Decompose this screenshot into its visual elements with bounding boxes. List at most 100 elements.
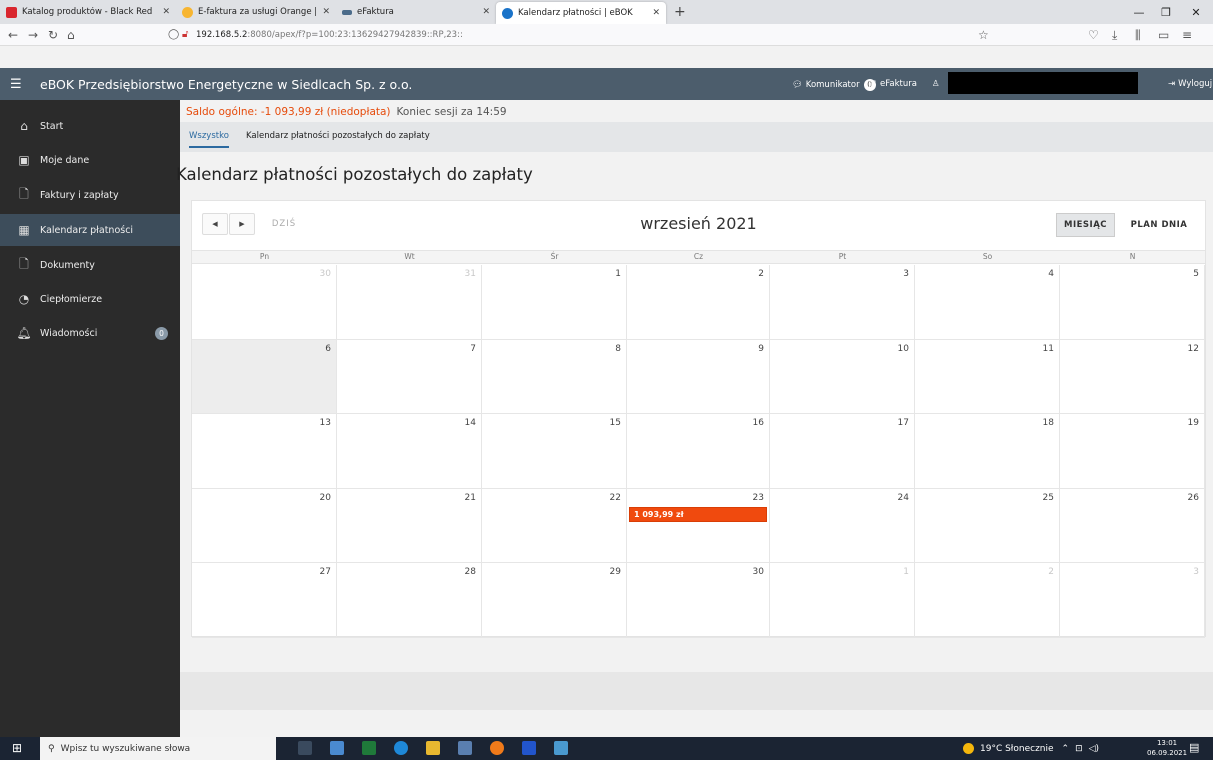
- app-icon[interactable]: [554, 741, 568, 755]
- calendar-day-cell[interactable]: 25: [915, 488, 1060, 563]
- sidebar-toggle-icon[interactable]: ▭: [1158, 27, 1169, 43]
- app-icon[interactable]: [330, 741, 344, 755]
- menu-icon[interactable]: ≡: [1182, 27, 1192, 43]
- calendar-day-cell[interactable]: 7: [337, 339, 482, 414]
- windows-start-icon[interactable]: ⊞: [12, 741, 22, 755]
- browser-tab[interactable]: Katalog produktów - Black Red ✕: [0, 0, 176, 24]
- calendar-day-cell[interactable]: 19: [1060, 414, 1205, 489]
- bookmark-star-icon[interactable]: ☆: [978, 27, 989, 43]
- network-icon[interactable]: ⊡: [1075, 744, 1083, 754]
- calendar-day-cell[interactable]: 30: [192, 265, 337, 340]
- calendar-day-cell[interactable]: 24: [770, 488, 915, 563]
- balance-text: Saldo ogólne: -1 093,99 zł (niedopłata): [186, 106, 391, 118]
- minimize-icon[interactable]: —: [1126, 0, 1152, 24]
- calendar-day-cell[interactable]: 21: [337, 488, 482, 563]
- downloads-icon[interactable]: ⤓: [1112, 27, 1117, 43]
- close-window-icon[interactable]: ✕: [1183, 0, 1209, 24]
- user-icon[interactable]: ♙: [932, 79, 940, 89]
- calendar-day-cell[interactable]: 27: [192, 563, 337, 638]
- sidebar-item-start[interactable]: ⌂ Start: [0, 110, 180, 142]
- address-bar[interactable]: 192.168.5.2:8080/apex/f?p=100:23:1362942…: [196, 27, 463, 43]
- home-browser-icon[interactable]: ⌂: [67, 27, 75, 43]
- calendar-day-cell[interactable]: 29: [482, 563, 627, 638]
- breadcrumb-all-link[interactable]: Wszystko: [189, 131, 229, 148]
- zsi-icon[interactable]: [522, 741, 536, 755]
- close-tab-icon[interactable]: ✕: [156, 7, 170, 17]
- day-number: 12: [1187, 343, 1199, 354]
- weather-widget[interactable]: 19°C Słonecznie ⌃ ⊡ ◁): [963, 743, 1099, 754]
- calendar-day-cell[interactable]: 2: [627, 265, 770, 340]
- calendar-day-cell[interactable]: 31: [337, 265, 482, 340]
- insecure-lock-icon[interactable]: 🔓︎: [182, 27, 188, 43]
- logout-link[interactable]: ⇥ Wyloguj: [1168, 79, 1212, 89]
- excel-icon[interactable]: [362, 741, 376, 755]
- month-view-button[interactable]: MIESIĄC: [1056, 213, 1115, 237]
- komunikator-label: Komunikator: [805, 80, 860, 90]
- calendar-day-cell[interactable]: 2: [915, 563, 1060, 638]
- calendar-day-cell[interactable]: 30: [627, 563, 770, 638]
- pocket-icon[interactable]: ♡: [1088, 27, 1099, 43]
- close-tab-icon[interactable]: ✕: [476, 7, 490, 17]
- forward-icon[interactable]: →: [28, 27, 38, 43]
- calendar-day-cell[interactable]: 1: [482, 265, 627, 340]
- calendar-day-cell[interactable]: 4: [915, 265, 1060, 340]
- sidebar-item-faktury[interactable]: 🗋︎ Faktury i zapłaty: [0, 179, 180, 211]
- sidebar-item-wiadomosci[interactable]: 🔔︎ Wiadomości 0: [0, 317, 180, 349]
- task-view-icon[interactable]: [298, 741, 312, 755]
- calendar-day-cell[interactable]: 13: [192, 414, 337, 489]
- sidebar-item-dokumenty[interactable]: 🗋︎ Dokumenty: [0, 249, 180, 281]
- sidebar-item-moje-dane[interactable]: ▣ Moje dane: [0, 144, 180, 176]
- calendar-day-cell[interactable]: 28: [337, 563, 482, 638]
- calendar-day-cell[interactable]: 10: [770, 339, 915, 414]
- calendar-day-cell[interactable]: 11: [915, 339, 1060, 414]
- calendar-day-cell[interactable]: 18: [915, 414, 1060, 489]
- calendar-day-cell[interactable]: 23 1 093,99 zł: [627, 488, 770, 563]
- calendar-day-cell[interactable]: 1: [770, 563, 915, 638]
- komunikator-link[interactable]: 💬︎ Komunikator 0: [792, 79, 876, 91]
- footer-band: [180, 672, 1213, 710]
- browser-tab[interactable]: eFaktura ✕: [336, 0, 496, 24]
- calendar-day-cell[interactable]: 22: [482, 488, 627, 563]
- calendar-day-cell[interactable]: 8: [482, 339, 627, 414]
- calendar-day-cell[interactable]: 9: [627, 339, 770, 414]
- efaktura-link[interactable]: ▤ eFaktura: [868, 79, 917, 89]
- back-icon[interactable]: ←: [8, 27, 18, 43]
- calendar-day-cell[interactable]: 16: [627, 414, 770, 489]
- firefox-icon[interactable]: [490, 741, 504, 755]
- calendar-day-cell[interactable]: 14: [337, 414, 482, 489]
- calendar-day-cell[interactable]: 3: [770, 265, 915, 340]
- day-plan-button[interactable]: PLAN DNIA: [1120, 213, 1198, 237]
- calendar-day-cell[interactable]: 15: [482, 414, 627, 489]
- url-path: :8080/apex/f?p=100:23:13629427942839::RP…: [247, 30, 463, 40]
- volume-icon[interactable]: ◁): [1089, 744, 1099, 754]
- favicon-icon: [6, 6, 17, 18]
- library-icon[interactable]: ⫼: [1135, 27, 1141, 43]
- calendar-day-cell[interactable]: 3: [1060, 563, 1205, 638]
- calendar-day-cell[interactable]: 26: [1060, 488, 1205, 563]
- calendar-day-cell[interactable]: 6: [192, 339, 337, 414]
- notifications-icon[interactable]: ▤: [1189, 741, 1199, 754]
- calendar-icon: ▦: [18, 223, 30, 237]
- hamburger-menu-icon[interactable]: ☰: [10, 77, 22, 92]
- new-tab-button[interactable]: +: [666, 0, 694, 24]
- file-explorer-icon[interactable]: [426, 741, 440, 755]
- sidebar-item-cieplomierze[interactable]: ◔ Ciepłomierze: [0, 283, 180, 315]
- system-clock[interactable]: 13:01 06.09.2021: [1147, 738, 1187, 758]
- shield-icon[interactable]: ◯: [168, 27, 179, 43]
- edge-icon[interactable]: [394, 741, 408, 755]
- calendar-day-cell[interactable]: 20: [192, 488, 337, 563]
- reload-icon[interactable]: ↻: [48, 27, 58, 43]
- browser-tab[interactable]: E-faktura za usługi Orange | Ora ✕: [176, 0, 336, 24]
- taskbar-search[interactable]: ⚲ Wpisz tu wyszukiwane słowa: [40, 737, 276, 760]
- calendar-day-cell[interactable]: 12: [1060, 339, 1205, 414]
- sidebar-item-kalendarz[interactable]: ▦ Kalendarz płatności: [0, 214, 180, 246]
- close-tab-icon[interactable]: ✕: [316, 7, 330, 17]
- restore-icon[interactable]: ❐: [1153, 0, 1179, 24]
- calendar-day-cell[interactable]: 5: [1060, 265, 1205, 340]
- calendar-day-cell[interactable]: 17: [770, 414, 915, 489]
- browser-tab-active[interactable]: Kalendarz płatności | eBOK ✕: [496, 2, 666, 24]
- app-icon[interactable]: [458, 741, 472, 755]
- payment-event[interactable]: 1 093,99 zł: [629, 506, 767, 522]
- close-tab-icon[interactable]: ✕: [646, 8, 660, 18]
- tray-chevron-icon[interactable]: ⌃: [1062, 744, 1070, 754]
